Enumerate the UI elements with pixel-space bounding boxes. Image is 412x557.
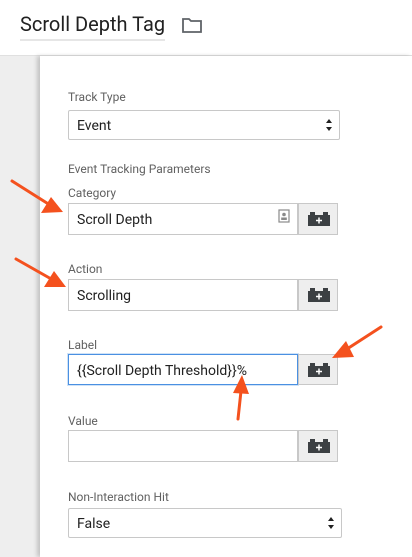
contact-card-icon[interactable] — [278, 209, 290, 223]
variable-brick-icon — [308, 212, 330, 226]
value-variable-button[interactable] — [298, 430, 338, 462]
event-tracking-parameters-heading: Event Tracking Parameters — [68, 162, 211, 176]
action-value: Scrolling — [77, 288, 132, 304]
category-variable-button[interactable] — [298, 203, 338, 235]
non-interaction-hit-value: False — [77, 516, 111, 532]
category-value: Scroll Depth — [77, 212, 153, 228]
value-input[interactable] — [68, 430, 298, 462]
category-label: Category — [68, 186, 117, 200]
label-variable-button[interactable] — [298, 354, 338, 385]
label-input[interactable]: {{Scroll Depth Threshold}}% — [68, 354, 298, 385]
value-label: Value — [68, 414, 98, 428]
select-caret-icon — [328, 517, 334, 529]
tag-title[interactable]: Scroll Depth Tag — [20, 12, 166, 41]
variable-brick-icon — [308, 288, 330, 302]
track-type-value: Event — [77, 118, 112, 134]
track-type-label: Track Type — [68, 90, 126, 104]
select-caret-icon — [326, 119, 332, 131]
track-type-select[interactable]: Event — [68, 110, 340, 140]
label-label: Label — [68, 338, 98, 352]
label-value: {{Scroll Depth Threshold}}% — [77, 363, 248, 379]
tag-header: Scroll Depth Tag — [0, 0, 412, 56]
left-pane — [0, 56, 40, 557]
folder-icon[interactable] — [182, 16, 202, 34]
action-input[interactable]: Scrolling — [68, 279, 298, 311]
category-input[interactable]: Scroll Depth — [68, 203, 298, 235]
non-interaction-hit-label: Non-Interaction Hit — [68, 490, 169, 504]
action-label: Action — [68, 262, 103, 276]
action-variable-button[interactable] — [298, 279, 338, 311]
non-interaction-hit-select[interactable]: False — [68, 508, 342, 538]
variable-brick-icon — [308, 363, 330, 377]
variable-brick-icon — [308, 439, 330, 453]
